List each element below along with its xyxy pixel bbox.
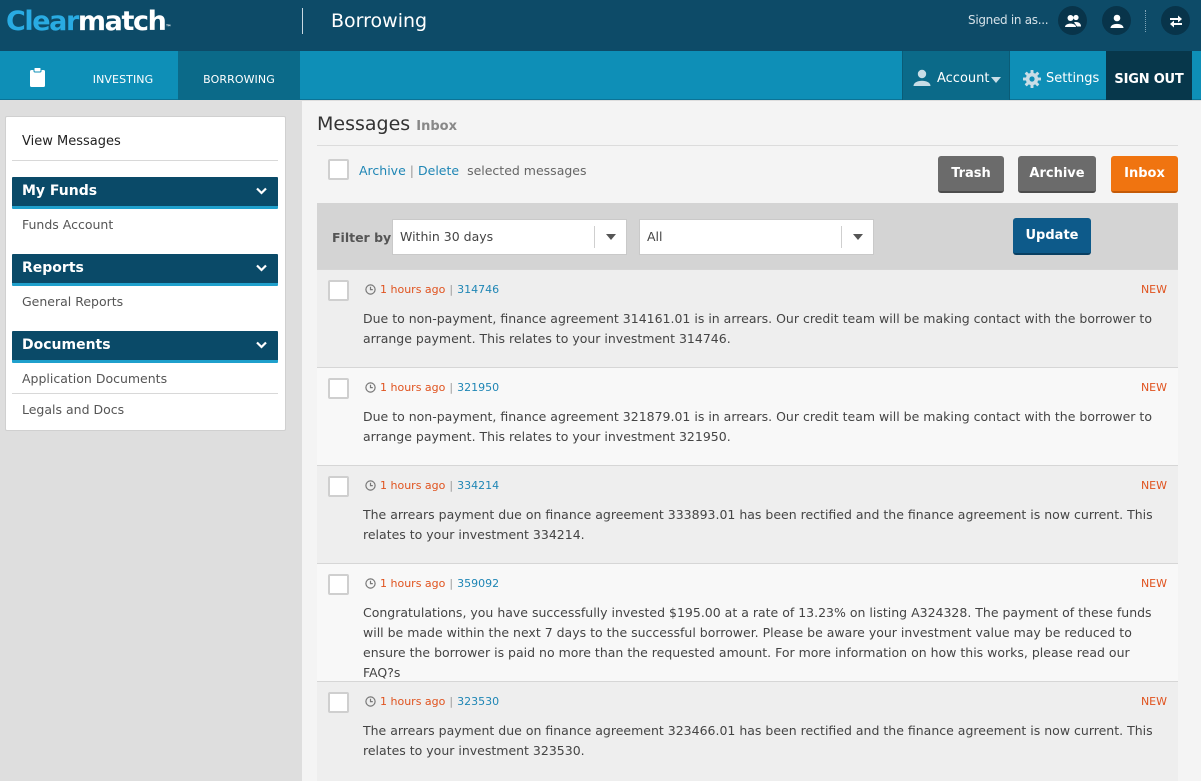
sidebar: View Messages My Funds Funds Account Rep…	[5, 116, 286, 431]
message-time: 1 hours ago	[380, 381, 446, 394]
swap-arrows-icon	[1169, 15, 1182, 27]
chevron-down-icon	[256, 264, 267, 272]
select-all-checkbox[interactable]	[328, 159, 349, 180]
message-ref-link[interactable]: 323530	[457, 695, 499, 708]
nav-bar: INVESTING BORROWING Account Settings SIG…	[0, 51, 1201, 100]
message-row[interactable]: 1 hours ago | 323530 NEW The arrears payme…	[317, 681, 1178, 781]
message-ref-link[interactable]: 334214	[457, 479, 499, 492]
message-time: 1 hours ago	[380, 479, 446, 492]
sidebar-section-my-funds[interactable]: My Funds	[12, 177, 278, 209]
archive-button[interactable]: Archive	[1018, 156, 1096, 193]
period-select[interactable]: Within 30 days	[392, 219, 627, 255]
message-body: Due to non-payment, finance agreement 31…	[363, 311, 1152, 346]
clock-icon	[365, 284, 376, 295]
message-time: 1 hours ago	[380, 283, 446, 296]
filter-label: Filter by	[332, 230, 392, 245]
top-header: Clearmatch™ Borrowing Signed in as...	[0, 0, 1201, 51]
clock-icon	[365, 578, 376, 589]
main-content: Messages Inbox Archive | Delete selected m…	[302, 101, 1201, 781]
filter-bar: Filter by Within 30 days All Update	[317, 203, 1178, 269]
switch-button[interactable]	[1161, 6, 1190, 35]
type-select[interactable]: All	[639, 219, 874, 255]
title-divider	[317, 145, 1178, 146]
new-badge: NEW	[1140, 577, 1167, 590]
page-title: Messages Inbox	[317, 113, 457, 135]
user-icon	[1110, 14, 1123, 28]
account-label: Account	[937, 71, 990, 86]
header-divider	[302, 8, 303, 34]
bulk-actions: Archive | Delete selected messages	[359, 163, 587, 178]
sidebar-section-reports[interactable]: Reports	[12, 254, 278, 286]
sidebar-item-application-documents[interactable]: Application Documents	[22, 371, 167, 386]
sidebar-section-documents[interactable]: Documents	[12, 331, 278, 363]
chevron-down-icon	[256, 187, 267, 195]
header-separator	[1145, 10, 1146, 32]
clock-icon	[365, 382, 376, 393]
sidebar-item-funds-account[interactable]: Funds Account	[22, 217, 113, 232]
new-badge: NEW	[1140, 479, 1167, 492]
message-ref-link[interactable]: 314746	[457, 283, 499, 296]
sidebar-divider	[12, 393, 278, 394]
clearmatch-logo[interactable]: Clearmatch™	[6, 5, 171, 39]
message-time: 1 hours ago	[380, 577, 446, 590]
section-title: Borrowing	[331, 10, 428, 32]
message-checkbox[interactable]	[328, 378, 349, 399]
account-menu[interactable]: Account	[902, 51, 1010, 100]
sidebar-item-legals-and-docs[interactable]: Legals and Docs	[22, 402, 124, 417]
tab-borrowing[interactable]: BORROWING	[178, 51, 300, 100]
sidebar-section-title: Reports	[22, 260, 84, 276]
message-time: 1 hours ago	[380, 695, 446, 708]
tab-investing[interactable]: INVESTING	[68, 51, 178, 100]
users-icon	[1064, 14, 1081, 27]
message-row[interactable]: 1 hours ago | 334214 NEW The arrears payme…	[317, 465, 1178, 563]
account-user-icon	[913, 69, 931, 86]
settings-link[interactable]: Settings	[1046, 71, 1099, 86]
clock-icon	[365, 696, 376, 707]
message-body: The arrears payment due on finance agree…	[363, 723, 1153, 758]
signed-in-text: Signed in as...	[968, 13, 1049, 27]
sign-out-button[interactable]: SIGN OUT	[1106, 51, 1192, 100]
caret-down-icon	[852, 234, 863, 240]
delete-link[interactable]: Delete	[418, 163, 459, 178]
message-checkbox[interactable]	[328, 692, 349, 713]
sidebar-item-general-reports[interactable]: General Reports	[22, 294, 123, 309]
archive-link[interactable]: Archive	[359, 163, 406, 178]
gear-icon[interactable]	[1023, 70, 1041, 88]
message-row[interactable]: 1 hours ago | 321950 NEW Due to non-paymen…	[317, 367, 1178, 465]
message-checkbox[interactable]	[328, 574, 349, 595]
clipboard-icon	[30, 67, 45, 87]
message-ref-link[interactable]: 321950	[457, 381, 499, 394]
sidebar-item-view-messages[interactable]: View Messages	[22, 134, 121, 149]
update-button[interactable]: Update	[1013, 218, 1091, 255]
message-checkbox[interactable]	[328, 476, 349, 497]
message-body: The arrears payment due on finance agree…	[363, 507, 1153, 542]
users-button[interactable]	[1058, 6, 1087, 35]
message-body: Due to non-payment, finance agreement 32…	[363, 409, 1152, 444]
sidebar-section-title: My Funds	[22, 183, 98, 199]
new-badge: NEW	[1140, 381, 1167, 394]
message-row[interactable]: 1 hours ago | 359092 NEW Congratulations, …	[317, 563, 1178, 681]
selected-messages-text: selected messages	[467, 163, 587, 178]
message-body: Congratulations, you have successfully i…	[363, 605, 1152, 680]
trash-button[interactable]: Trash	[938, 156, 1004, 193]
page-subtitle: Inbox	[416, 119, 457, 134]
new-badge: NEW	[1140, 283, 1167, 296]
sidebar-section-title: Documents	[22, 337, 111, 353]
message-checkbox[interactable]	[328, 280, 349, 301]
home-button[interactable]	[29, 67, 46, 92]
caret-down-icon	[991, 77, 1001, 83]
caret-down-icon	[605, 234, 616, 240]
clock-icon	[365, 480, 376, 491]
new-badge: NEW	[1140, 695, 1167, 708]
chevron-down-icon	[256, 341, 267, 349]
inbox-button[interactable]: Inbox	[1111, 156, 1178, 193]
sidebar-divider	[12, 160, 278, 161]
profile-button[interactable]	[1102, 6, 1131, 35]
message-ref-link[interactable]: 359092	[457, 577, 499, 590]
message-row[interactable]: 1 hours ago | 314746 NEW Due to non-paymen…	[317, 269, 1178, 367]
